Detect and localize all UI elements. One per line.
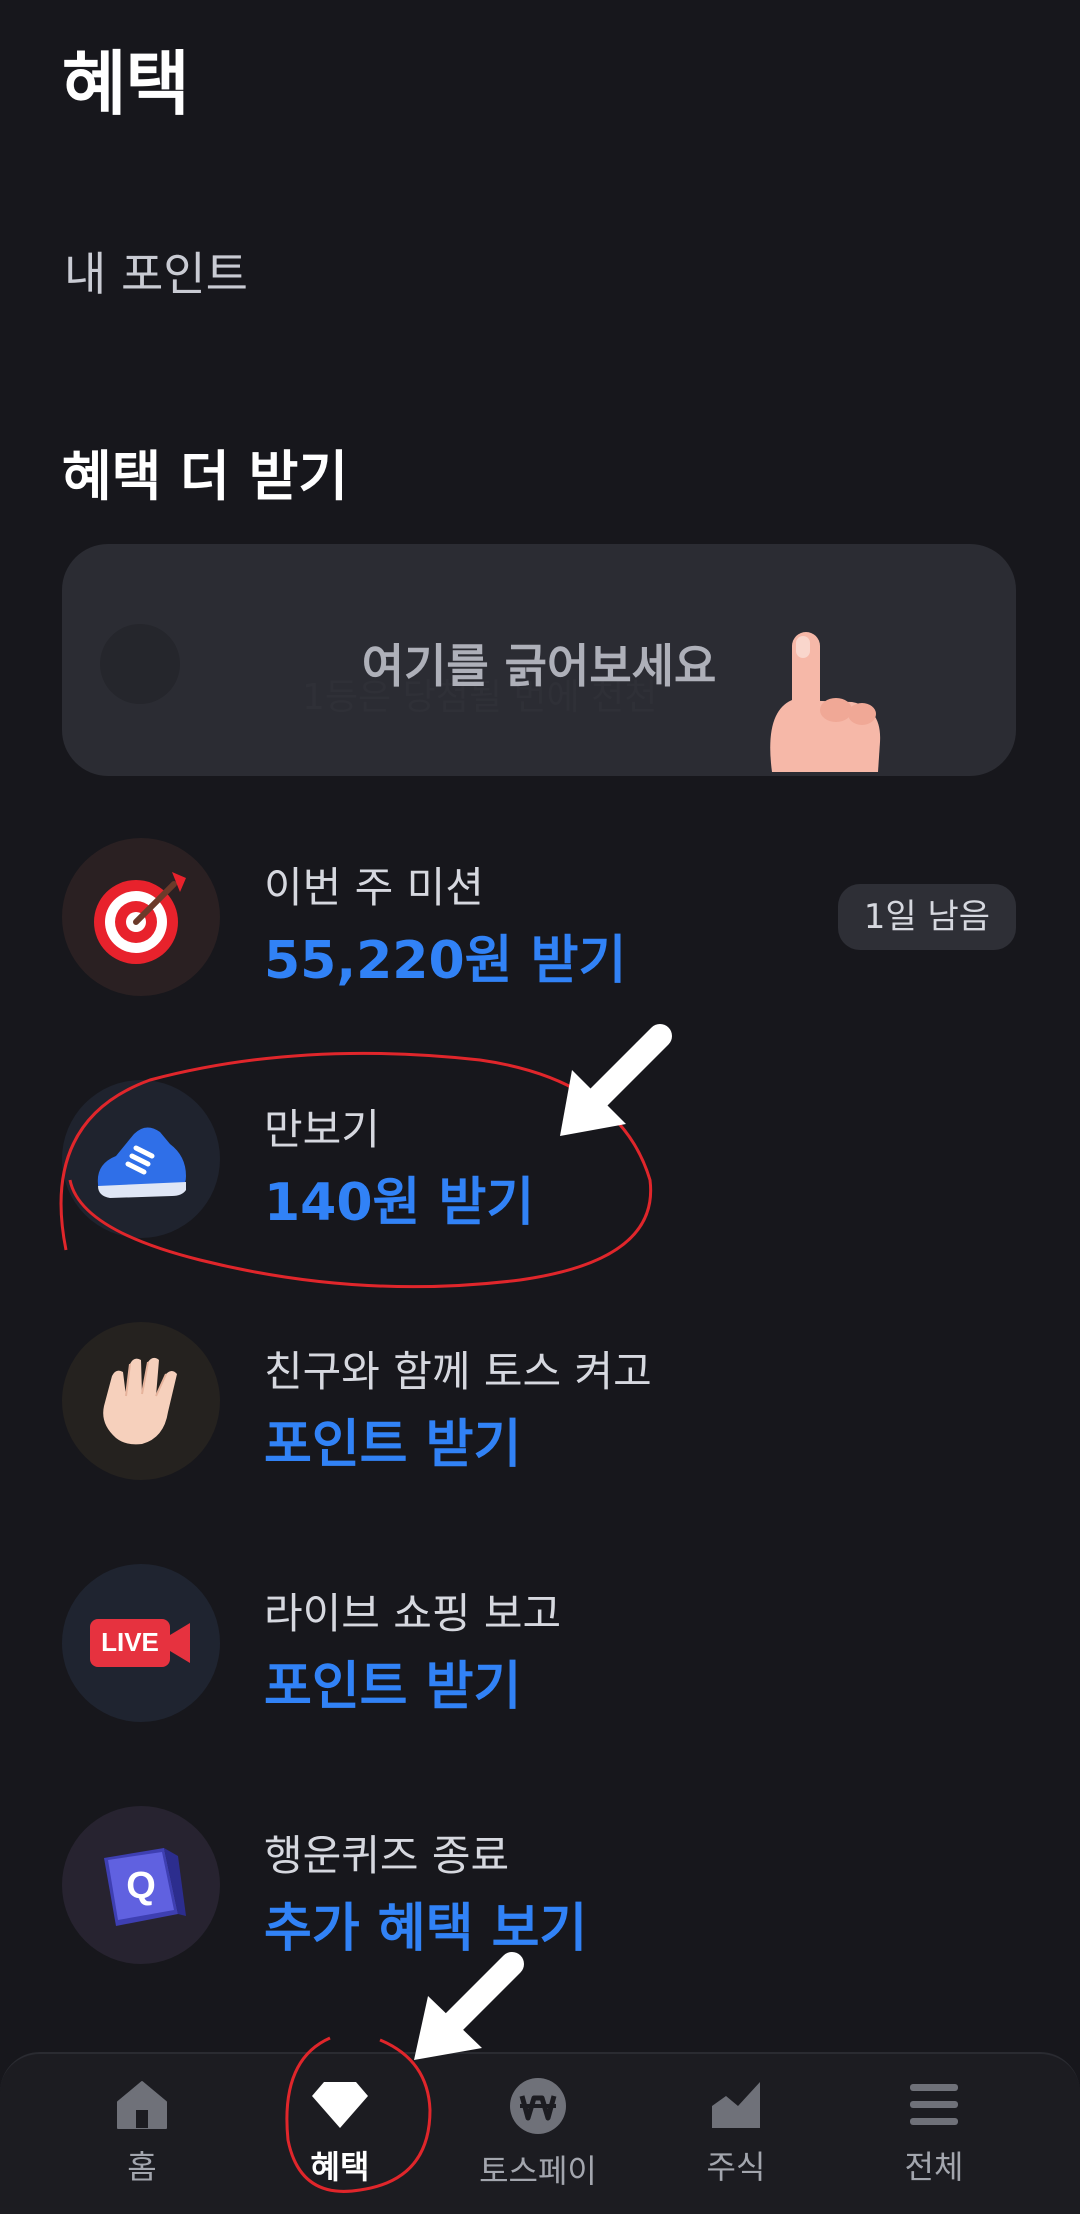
quiz-cube-icon-wrap: Q xyxy=(62,1806,220,1964)
chart-icon xyxy=(712,2082,760,2128)
tab-all[interactable]: 전체 xyxy=(834,2076,1034,2206)
my-points-link[interactable]: 내 포인트 xyxy=(64,238,248,304)
item-action[interactable]: 포인트 받기 xyxy=(264,1402,521,1477)
pointing-hand-icon xyxy=(770,632,881,772)
quiz-cube-icon: Q xyxy=(104,1848,186,1926)
page-title: 혜택 xyxy=(62,43,190,125)
diamond-icon xyxy=(312,2082,368,2128)
list-item-lucky-quiz[interactable]: Q 행운퀴즈 종료 추가 혜택 보기 xyxy=(62,1806,1016,1966)
sneaker-icon xyxy=(97,1127,186,1198)
list-item-friends[interactable]: 친구와 함께 토스 켜고 포인트 받기 xyxy=(62,1322,1016,1482)
tab-label: 토스페이 xyxy=(479,2152,597,2190)
list-item-weekly-mission[interactable]: 이번 주 미션 55,220원 받기 1일 남음 xyxy=(62,838,1016,998)
live-camera-icon: LIVE xyxy=(90,1619,190,1667)
tab-benefits[interactable]: 혜택 xyxy=(240,2076,440,2206)
annotation-arrow-benefits-tab xyxy=(414,1952,524,2060)
tab-label: 홈 xyxy=(127,2148,157,2186)
menu-icon xyxy=(910,2084,958,2125)
waving-hand-icon-wrap xyxy=(62,1322,220,1480)
home-icon xyxy=(117,2081,167,2129)
live-label: LIVE xyxy=(101,1627,159,1657)
target-icon-wrap xyxy=(62,838,220,996)
live-camera-icon-wrap: LIVE xyxy=(62,1564,220,1722)
tab-label: 혜택 xyxy=(310,2148,370,2186)
quiz-letter: Q xyxy=(126,1865,156,1907)
item-action[interactable]: 140원 받기 xyxy=(264,1160,534,1235)
item-action[interactable]: 추가 혜택 보기 xyxy=(264,1886,587,1961)
section-title: 혜택 더 받기 xyxy=(62,445,348,508)
item-title: 행운퀴즈 종료 xyxy=(264,1831,510,1880)
tab-tosspay[interactable]: 토스페이 xyxy=(438,2076,638,2206)
bottom-tab-bar: 홈 혜택 토스페이 주식 전체 xyxy=(0,2052,1080,2214)
tab-home[interactable]: 홈 xyxy=(42,2076,242,2206)
remaining-days-badge: 1일 남음 xyxy=(837,884,1016,950)
won-coin-icon xyxy=(510,2078,566,2134)
tab-label: 주식 xyxy=(706,2148,766,2186)
item-action[interactable]: 포인트 받기 xyxy=(264,1644,521,1719)
target-icon xyxy=(94,872,186,964)
item-title: 라이브 쇼핑 보고 xyxy=(264,1589,562,1638)
list-item-pedometer[interactable]: 만보기 140원 받기 xyxy=(62,1080,1016,1240)
waving-hand-icon xyxy=(103,1357,177,1445)
scratch-card[interactable]: 1등은 당첨될 번에 천천 여기를 긁어보세요 xyxy=(62,544,1016,776)
sneaker-icon-wrap xyxy=(62,1080,220,1238)
list-item-live-shopping[interactable]: LIVE 라이브 쇼핑 보고 포인트 받기 xyxy=(62,1564,1016,1724)
item-title: 만보기 xyxy=(264,1105,380,1154)
tab-label: 전체 xyxy=(904,2148,964,2186)
item-title: 이번 주 미션 xyxy=(264,863,484,912)
item-action[interactable]: 55,220원 받기 xyxy=(264,918,626,993)
tab-stocks[interactable]: 주식 xyxy=(636,2076,836,2206)
item-title: 친구와 함께 토스 켜고 xyxy=(264,1347,652,1396)
